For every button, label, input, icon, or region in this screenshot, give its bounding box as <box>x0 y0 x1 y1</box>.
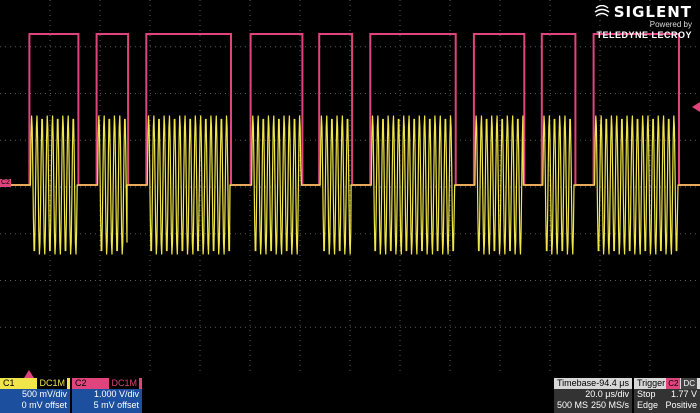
trigger-mode: Stop <box>637 389 656 399</box>
timebase-tdiv: 20.0 μs/div <box>585 389 629 399</box>
timebase-mem: 500 MS <box>557 400 589 410</box>
waveform-area <box>0 0 700 374</box>
scope-display: SIGLENT Powered by TELEDYNE LECROY C2 <box>0 0 700 378</box>
trigger-label: Trigger <box>637 378 666 388</box>
timebase-panel[interactable]: Timebase -94.4 μs 20.0 μs/div 500 MS 250… <box>554 378 632 413</box>
ch2-panel[interactable]: C2 DC1M 1.000 V/div 5 mV offset <box>72 378 142 413</box>
ch2-offset-marker[interactable]: C2 <box>0 179 11 187</box>
powered-by-text: Powered by <box>649 20 692 29</box>
timebase-delay: -94.4 μs <box>596 378 629 388</box>
trigger-coupling: DC <box>681 378 697 389</box>
ch1-panel[interactable]: C1 DC1M 500 mV/div 0 mV offset <box>0 378 70 413</box>
ch1-label: C1 <box>3 378 15 388</box>
ch1-coupling: DC1M <box>37 378 67 389</box>
brand-name: SIGLENT <box>613 3 692 21</box>
timebase-label: Timebase <box>557 378 597 388</box>
timebase-rate: 250 MS/s <box>590 400 629 410</box>
trigger-source: C2 <box>666 378 681 389</box>
siglent-swirl-icon <box>594 5 610 17</box>
ch2-offset: 5 mV offset <box>93 400 139 410</box>
trigger-panel[interactable]: Trigger C2 DC Stop 1.77 V Edge Positive <box>634 378 700 413</box>
status-bar: C1 DC1M 500 mV/div 0 mV offset C2 DC1M 1… <box>0 378 700 413</box>
ch2-coupling: DC1M <box>109 378 139 389</box>
trigger-level: 1.77 V <box>670 389 697 399</box>
ch1-vdiv: 500 mV/div <box>21 389 67 399</box>
trigger-type: Edge <box>637 400 659 410</box>
trigger-slope: Positive <box>665 400 697 410</box>
partner-name: TELEDYNE LECROY <box>596 30 692 40</box>
trigger-position-marker[interactable] <box>24 370 34 378</box>
ch2-vdiv: 1.000 V/div <box>93 389 139 399</box>
siglent-logo: SIGLENT Powered by TELEDYNE LECROY <box>594 4 692 41</box>
ch1-offset: 0 mV offset <box>21 400 67 410</box>
ch2-label: C2 <box>75 378 87 388</box>
trigger-level-marker[interactable] <box>686 102 700 112</box>
